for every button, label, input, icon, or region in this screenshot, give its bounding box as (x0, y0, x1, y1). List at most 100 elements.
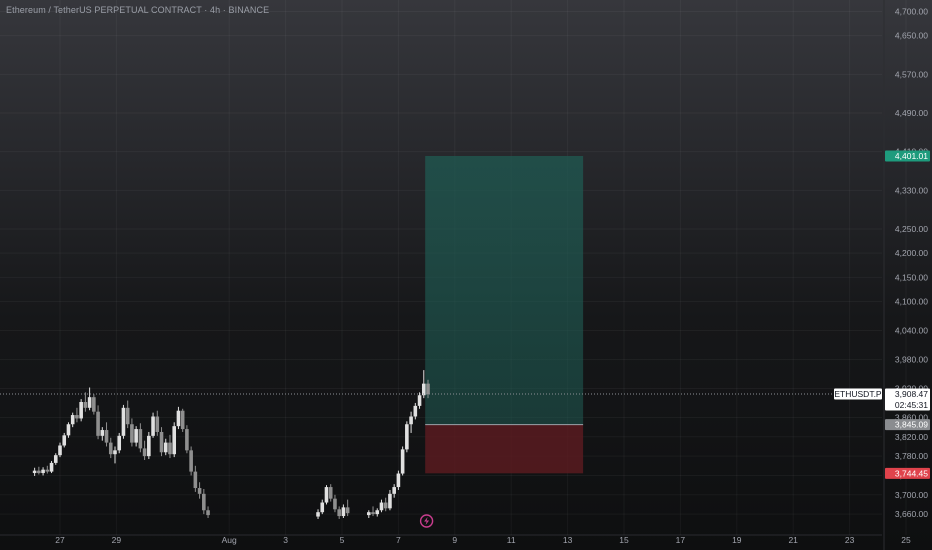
candle (379, 499, 384, 513)
candle (49, 460, 54, 474)
long-position-zones[interactable] (425, 156, 584, 474)
symbol-label: ETHUSDT.P (834, 388, 882, 400)
candle (75, 407, 79, 423)
candle (366, 510, 371, 518)
candle (345, 499, 350, 517)
entry-price-tag-value: 3,845.09 (895, 420, 928, 430)
time-tick-label: 27 (55, 535, 65, 545)
candle-body (202, 493, 206, 511)
time-tick-label: 13 (563, 535, 573, 545)
candle-body (392, 487, 396, 494)
candle-body (37, 470, 41, 474)
candle (417, 392, 422, 409)
candle-body (320, 502, 325, 513)
time-axis[interactable]: 27 29 Aug 3 5 7 9 11 13 15 17 19 21 23 25 (55, 535, 911, 545)
candle-body (185, 429, 189, 451)
candle (320, 499, 325, 515)
candle-body (75, 415, 79, 419)
price-tick-label: 3,700.00 (895, 490, 928, 500)
price-tick-label: 3,780.00 (895, 451, 928, 461)
candle (202, 489, 206, 515)
candle-body (193, 471, 198, 489)
candle-body (176, 410, 181, 427)
time-tick-label: Aug (222, 535, 237, 545)
candle (333, 494, 337, 513)
candle-body (409, 416, 413, 425)
candle-body (96, 411, 100, 436)
candle (79, 399, 83, 422)
price-tick-label: 4,200.00 (895, 248, 928, 258)
candle (185, 425, 189, 454)
candle (41, 467, 45, 476)
time-tick-label: 21 (788, 535, 798, 545)
last-price-tag: 3,908.4702:45:31 (885, 388, 930, 411)
time-tick-label: 17 (676, 535, 686, 545)
price-tags: 4,401.01 3,845.09 3,744.45 3,908.4702:45:31… (834, 150, 930, 479)
candle-body (421, 383, 426, 396)
time-tick-label: 3 (283, 535, 288, 545)
candle-body (180, 410, 185, 430)
price-tick-label: 4,570.00 (895, 69, 928, 79)
candle-body (130, 424, 134, 443)
candle-body (168, 442, 172, 455)
candle-body (117, 435, 122, 451)
candle-body (371, 512, 375, 515)
price-axis[interactable]: 4,700.004,650.004,570.004,490.004,410.00… (895, 7, 928, 520)
event-marker[interactable] (419, 514, 434, 528)
candle-body (341, 507, 346, 517)
candle (147, 431, 151, 460)
candle (100, 427, 105, 441)
candle (45, 465, 50, 474)
entry-price-tag: 3,845.09 (885, 419, 930, 431)
candle-body (366, 512, 371, 516)
candle (83, 392, 88, 412)
stop-price-tag-value: 3,744.45 (895, 468, 928, 478)
profit-zone[interactable] (425, 156, 584, 425)
candle (392, 484, 396, 498)
price-tick-label: 4,150.00 (895, 272, 928, 282)
candle (388, 489, 392, 511)
candle-body (53, 455, 58, 463)
candle-body (155, 416, 160, 432)
candle (138, 423, 143, 453)
candle (62, 432, 67, 448)
loss-zone[interactable] (425, 424, 584, 474)
price-tick-label: 4,650.00 (895, 31, 928, 41)
price-tick-label: 4,250.00 (895, 224, 928, 234)
candle-body (62, 435, 67, 446)
candle-body (142, 448, 147, 457)
candle (104, 422, 109, 447)
candle-body (324, 487, 329, 503)
candle-body (333, 498, 337, 510)
candle (328, 484, 333, 502)
candle (70, 412, 75, 428)
time-tick-label: 23 (845, 535, 855, 545)
candle-body (92, 397, 96, 412)
candle (130, 418, 134, 447)
target-price-tag: 4,401.01 (885, 150, 930, 162)
candle (197, 482, 202, 499)
lightning-icon-bolt (424, 517, 430, 525)
candle (159, 427, 164, 457)
candle (117, 432, 122, 454)
candle-body (41, 469, 45, 474)
candle-body (138, 429, 143, 449)
candle (151, 412, 155, 438)
candle-body (383, 502, 388, 509)
last-price-tag-value: 3,908.47 (895, 389, 928, 399)
candle (168, 434, 172, 459)
candle (400, 446, 405, 476)
candle-body (405, 424, 409, 450)
price-chart[interactable]: 4,700.004,650.004,570.004,490.004,410.00… (0, 0, 932, 550)
price-tick-label: 3,980.00 (895, 354, 928, 364)
candle (180, 408, 185, 432)
candle-body (66, 424, 71, 436)
candle (375, 508, 380, 517)
time-tick-label: 5 (340, 535, 345, 545)
symbol-label-text: ETHUSDT.P (834, 389, 882, 399)
time-tick-label: 9 (452, 535, 457, 545)
time-tick-label: 29 (112, 535, 122, 545)
candle-body (400, 449, 405, 474)
candle (66, 422, 71, 438)
lightning-icon[interactable] (419, 514, 434, 528)
